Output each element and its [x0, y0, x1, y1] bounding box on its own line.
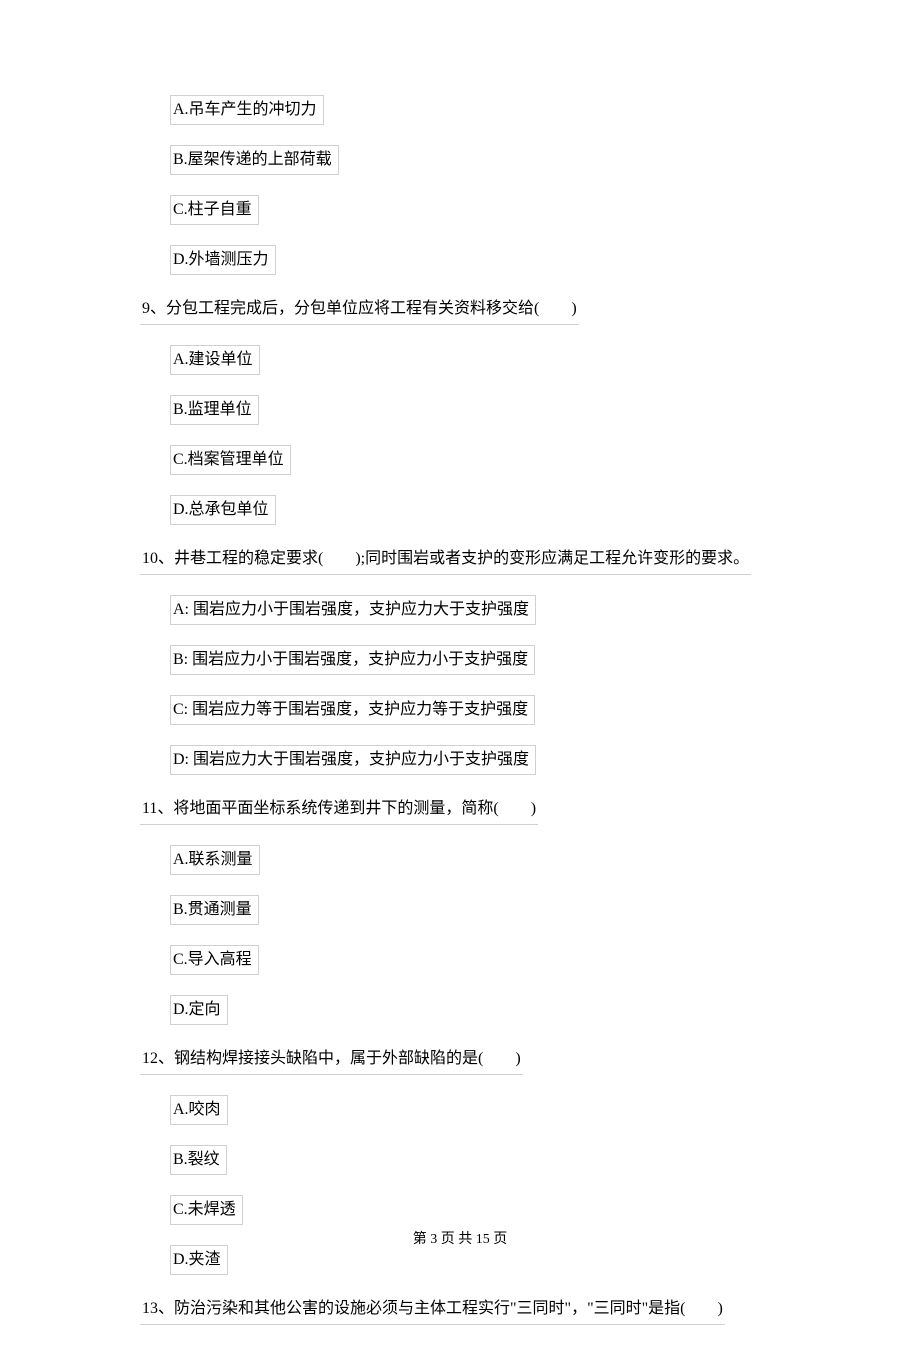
q12-text: 12、钢结构焊接接头缺陷中，属于外部缺陷的是( )	[140, 1045, 523, 1075]
q10-option-d: D: 围岩应力大于围岩强度，支护应力小于支护强度	[170, 745, 536, 775]
q10-text: 10、井巷工程的稳定要求( );同时围岩或者支护的变形应满足工程允许变形的要求。	[140, 545, 751, 575]
q12-option-a: A.咬肉	[170, 1095, 228, 1125]
q8-option-b: B.屋架传递的上部荷载	[170, 145, 339, 175]
q11-text: 11、将地面平面坐标系统传递到井下的测量，简称( )	[140, 795, 538, 825]
q8-option-c: C.柱子自重	[170, 195, 259, 225]
q8-option-a: A.吊车产生的冲切力	[170, 95, 324, 125]
q11-option-d: D.定向	[170, 995, 228, 1025]
q12-option-b: B.裂纹	[170, 1145, 227, 1175]
q9-text: 9、分包工程完成后，分包单位应将工程有关资料移交给( )	[140, 295, 579, 325]
q13-text: 13、防治污染和其他公害的设施必须与主体工程实行"三同时"，"三同时"是指( )	[140, 1295, 725, 1325]
q11-option-b: B.贯通测量	[170, 895, 259, 925]
q9-option-d: D.总承包单位	[170, 495, 276, 525]
q10-option-b: B: 围岩应力小于围岩强度，支护应力小于支护强度	[170, 645, 535, 675]
q12-option-c: C.未焊透	[170, 1195, 243, 1225]
page-footer: 第 3 页 共 15 页	[0, 1229, 920, 1250]
q11-option-c: C.导入高程	[170, 945, 259, 975]
q10-option-a: A: 围岩应力小于围岩强度，支护应力大于支护强度	[170, 595, 536, 625]
q9-option-a: A.建设单位	[170, 345, 260, 375]
q9-option-b: B.监理单位	[170, 395, 259, 425]
q10-option-c: C: 围岩应力等于围岩强度，支护应力等于支护强度	[170, 695, 535, 725]
q8-option-d: D.外墙测压力	[170, 245, 276, 275]
q9-option-c: C.档案管理单位	[170, 445, 291, 475]
q11-option-a: A.联系测量	[170, 845, 260, 875]
